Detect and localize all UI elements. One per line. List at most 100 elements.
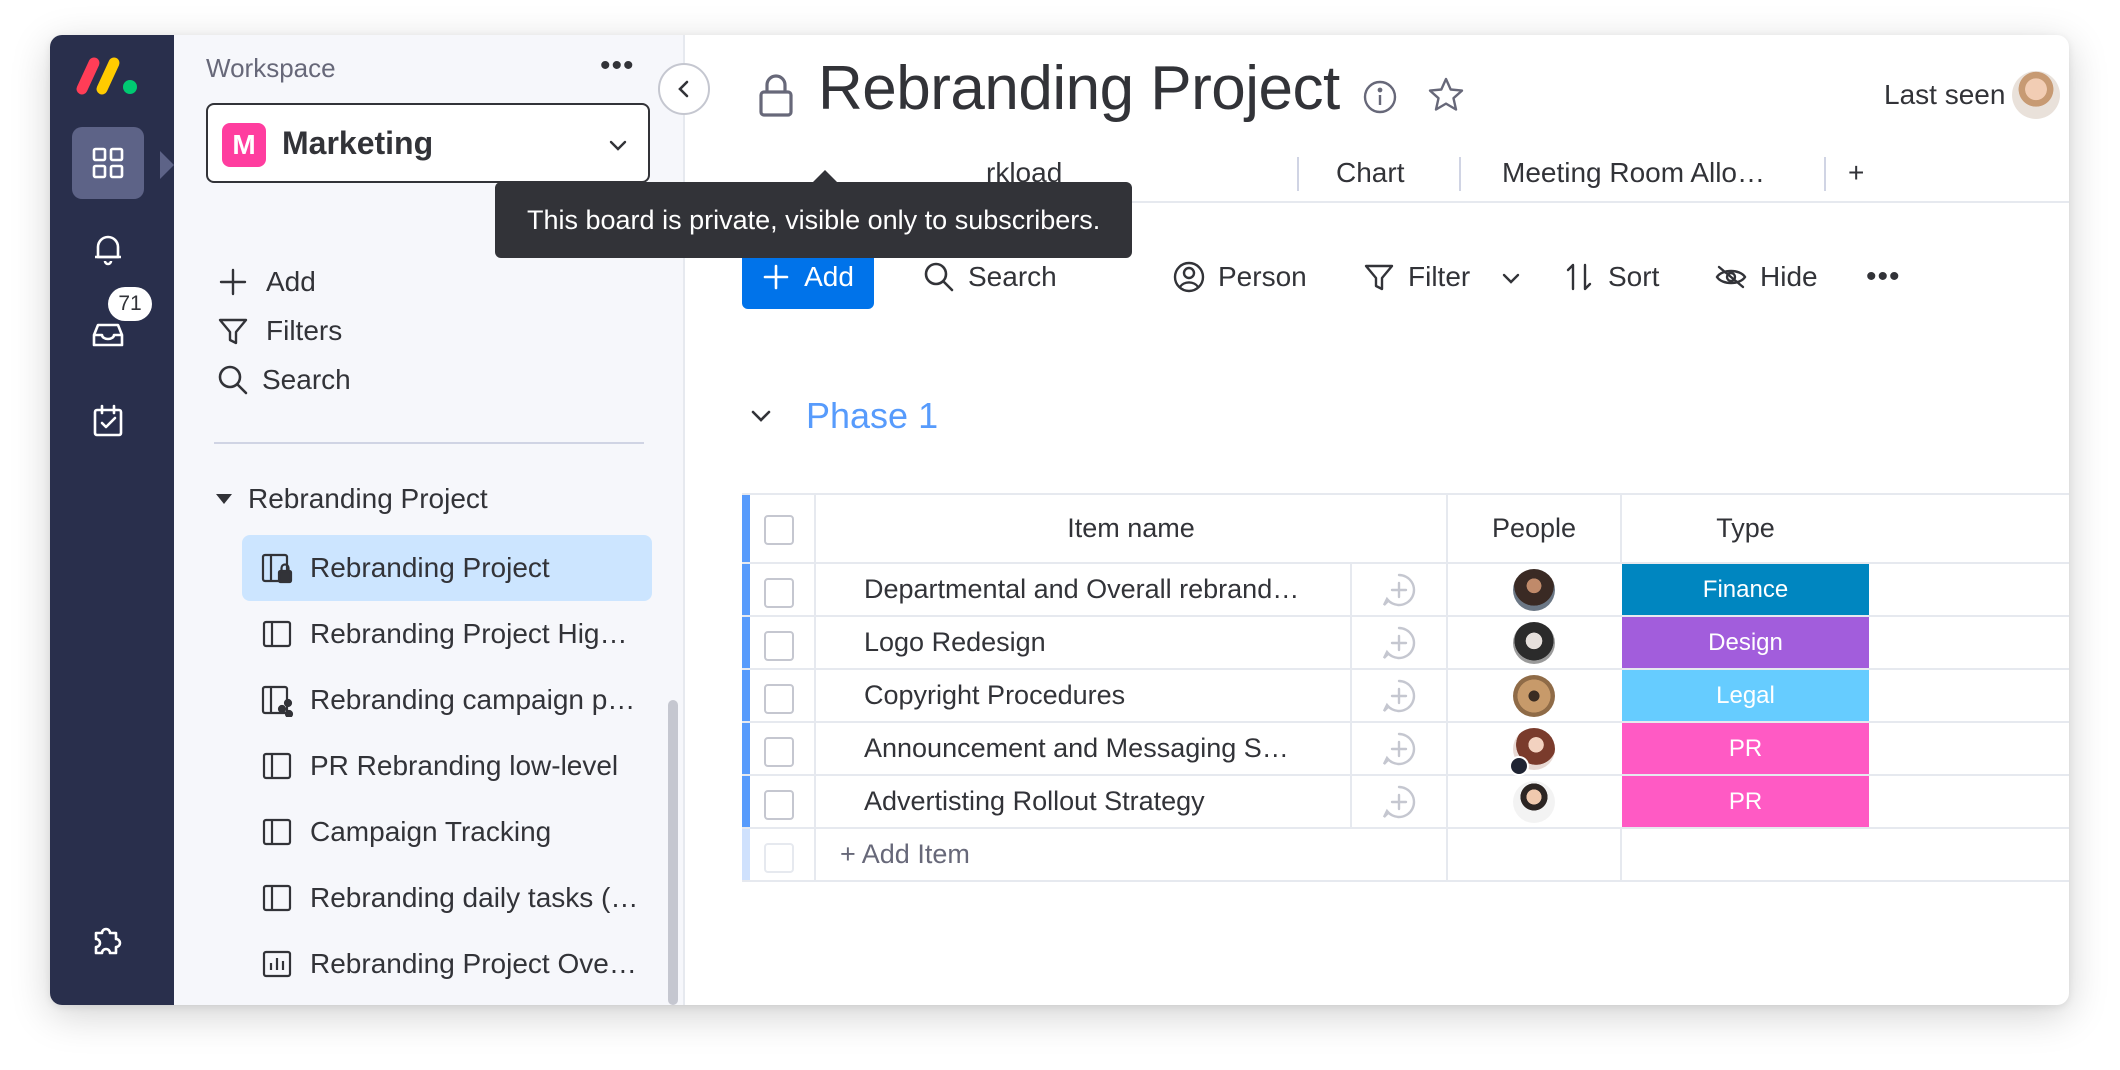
workspace-label: Workspace	[206, 53, 336, 83]
private-board-icon	[261, 553, 293, 584]
table-row[interactable]: Advertisting Rollout Strategy PR	[742, 776, 2069, 829]
row-checkbox[interactable]	[764, 684, 794, 714]
add-update-icon	[1382, 679, 1416, 712]
star-icon[interactable]	[1426, 75, 1466, 115]
table-row[interactable]: Announcement and Messaging S… PR	[742, 723, 2069, 776]
grid-icon	[92, 147, 124, 179]
updates-cell[interactable]	[1350, 776, 1446, 827]
item-name-cell[interactable]: Advertisting Rollout Strategy	[814, 776, 1350, 827]
add-item-row[interactable]: + Add Item	[742, 829, 2069, 882]
sidebar-add-button[interactable]: Add	[216, 262, 316, 302]
type-cell[interactable]: Legal	[1620, 670, 1869, 721]
monday-logo-icon[interactable]	[74, 53, 142, 97]
sort-button[interactable]: Sort	[1562, 257, 1659, 297]
group-color-bar	[742, 617, 750, 668]
row-checkbox	[764, 843, 794, 873]
sidebar-board-rebranding-project[interactable]: Rebranding Project	[242, 535, 652, 601]
people-cell[interactable]	[1446, 776, 1620, 827]
workspace-selector[interactable]: M Marketing	[206, 103, 650, 183]
person-avatar	[1513, 780, 1555, 823]
updates-cell[interactable]	[1350, 617, 1446, 668]
people-cell[interactable]	[1446, 670, 1620, 721]
row-checkbox[interactable]	[764, 790, 794, 820]
group-title[interactable]: Phase 1	[806, 395, 938, 437]
sidebar-board-campaign-plan[interactable]: Rebranding campaign p…	[242, 667, 652, 733]
board-title[interactable]: Rebranding Project	[818, 53, 1340, 124]
add-update-icon	[1382, 732, 1416, 765]
item-name-cell[interactable]: Logo Redesign	[814, 617, 1350, 668]
workspace-more-button[interactable]: •••	[600, 49, 635, 83]
item-name-cell[interactable]: Announcement and Messaging S…	[814, 723, 1350, 774]
column-header-people[interactable]: People	[1446, 495, 1620, 562]
type-cell[interactable]: PR	[1620, 776, 1869, 827]
person-icon	[1173, 261, 1205, 293]
workspace-sidebar: Workspace ••• M Marketing Add Filters Se…	[174, 35, 685, 1005]
chevron-down-icon[interactable]	[1500, 267, 1522, 289]
sidebar-filters-button[interactable]: Filters	[216, 311, 342, 351]
sidebar-scrollbar[interactable]	[668, 700, 678, 1005]
sidebar-board-label: Rebranding Project Hig…	[310, 618, 628, 649]
lock-icon[interactable]	[756, 71, 796, 119]
updates-cell[interactable]	[1350, 723, 1446, 774]
inbox-count-badge: 71	[108, 287, 152, 321]
hide-button[interactable]: Hide	[1714, 257, 1818, 297]
sidebar-board-daily-tasks[interactable]: Rebranding daily tasks (…	[242, 865, 652, 931]
table-row[interactable]: Departmental and Overall rebrand… Financ…	[742, 564, 2069, 617]
item-name-cell[interactable]: Copyright Procedures	[814, 670, 1350, 721]
dashboard-icon	[262, 950, 292, 978]
last-seen-avatar[interactable]	[2012, 71, 2060, 119]
add-view-button[interactable]: +	[1848, 151, 1864, 203]
empty-cell	[1620, 829, 1869, 880]
people-cell[interactable]	[1446, 617, 1620, 668]
chevron-down-icon[interactable]	[746, 401, 776, 431]
last-seen-label[interactable]: Last seen	[1884, 79, 2005, 111]
sidebar-board-campaign-tracking[interactable]: Campaign Tracking	[242, 799, 652, 865]
select-all-checkbox[interactable]	[764, 515, 794, 545]
person-avatar	[1513, 621, 1555, 664]
updates-cell[interactable]	[1350, 670, 1446, 721]
folder-rebranding-project[interactable]: Rebranding Project	[216, 483, 488, 515]
info-icon[interactable]	[1362, 79, 1398, 115]
notifications-button[interactable]	[72, 213, 144, 285]
row-checkbox[interactable]	[764, 737, 794, 767]
empty-cell	[1446, 829, 1620, 880]
inbox-icon	[92, 323, 124, 347]
row-checkbox[interactable]	[764, 578, 794, 608]
collapse-sidebar-button[interactable]	[658, 63, 710, 115]
filter-icon	[218, 318, 248, 345]
sidebar-board-label: PR Rebranding low-level	[310, 750, 619, 781]
integrations-button[interactable]	[72, 903, 144, 975]
sidebar-board-pr-low-level[interactable]: PR Rebranding low-level	[242, 733, 652, 799]
hide-label: Hide	[1760, 261, 1818, 292]
toolbar-more-button[interactable]: •••	[1866, 257, 1901, 297]
my-work-button[interactable]	[72, 385, 144, 457]
add-item-input[interactable]: + Add Item	[814, 829, 1446, 880]
plus-icon	[219, 268, 247, 296]
type-cell[interactable]: Finance	[1620, 564, 1869, 615]
tab-meeting-room[interactable]: Meeting Room Allo…	[1502, 151, 1765, 203]
sidebar-search-button[interactable]: Search	[216, 360, 351, 400]
tab-chart[interactable]: Chart	[1336, 151, 1404, 203]
column-header-type[interactable]: Type	[1620, 495, 1869, 562]
item-name-cell[interactable]: Departmental and Overall rebrand…	[814, 564, 1350, 615]
workspaces-nav-button[interactable]	[72, 127, 144, 199]
person-filter-button[interactable]: Person	[1172, 257, 1307, 297]
type-cell[interactable]: Design	[1620, 617, 1869, 668]
column-header-item-name[interactable]: Item name	[814, 495, 1446, 562]
table-row[interactable]: Logo Redesign Design	[742, 617, 2069, 670]
sidebar-board-label: Rebranding campaign p…	[310, 684, 636, 715]
type-cell[interactable]: PR	[1620, 723, 1869, 774]
board-search-button[interactable]: Search	[922, 257, 1057, 297]
sidebar-filters-label: Filters	[266, 315, 343, 346]
people-cell[interactable]	[1446, 564, 1620, 615]
board-icon	[262, 752, 292, 780]
sort-icon	[1566, 263, 1592, 291]
group-color-bar	[742, 495, 750, 562]
filter-button[interactable]: Filter	[1362, 257, 1470, 297]
updates-cell[interactable]	[1350, 564, 1446, 615]
table-row[interactable]: Copyright Procedures Legal	[742, 670, 2069, 723]
row-checkbox[interactable]	[764, 631, 794, 661]
people-cell[interactable]	[1446, 723, 1620, 776]
sidebar-board-high-level[interactable]: Rebranding Project Hig…	[242, 601, 652, 667]
sidebar-dashboard-overview[interactable]: Rebranding Project Ove…	[242, 931, 652, 997]
